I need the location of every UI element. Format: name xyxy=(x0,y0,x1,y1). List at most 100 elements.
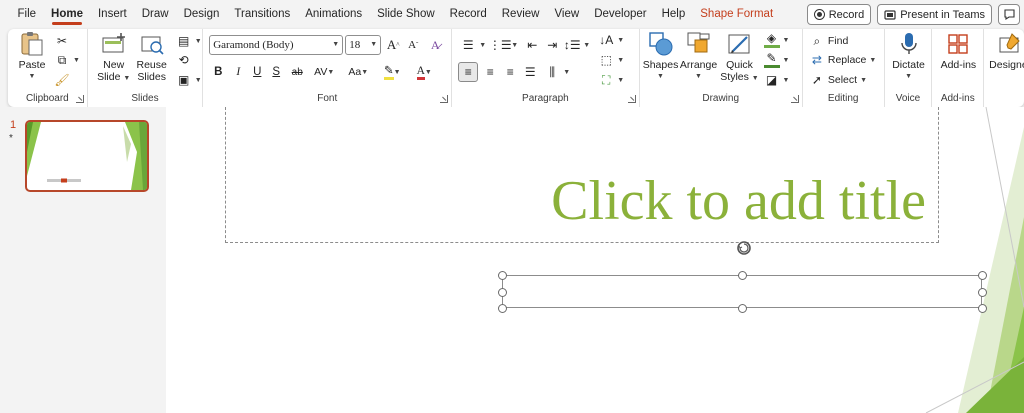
tab-insert[interactable]: Insert xyxy=(90,0,134,28)
brush-icon: 🖌 xyxy=(54,73,70,87)
resize-handle-left[interactable] xyxy=(498,288,507,297)
tab-record[interactable]: Record xyxy=(442,0,494,28)
reuse-slides-button[interactable]: Reuse Slides xyxy=(132,31,172,83)
select-button[interactable]: ➚ Select ▼ xyxy=(809,71,867,89)
tab-shape-format[interactable]: Shape Format xyxy=(693,0,781,28)
paste-label: Paste xyxy=(18,59,46,71)
increase-font-button[interactable]: A ^ xyxy=(385,36,401,54)
tab-draw[interactable]: Draw xyxy=(134,0,176,28)
shadow-button[interactable]: S xyxy=(269,63,283,81)
smartart-button[interactable]: ⛶ ▼ xyxy=(598,71,624,89)
align-center-button[interactable]: ≡ xyxy=(482,63,498,81)
bullets-button[interactable]: ☰ ▼ xyxy=(460,36,486,54)
tab-view[interactable]: View xyxy=(547,0,587,28)
paste-icon xyxy=(19,31,45,57)
align-right-button[interactable]: ≡ xyxy=(502,63,518,81)
addins-label: Add-ins xyxy=(940,59,977,71)
replace-button[interactable]: ⇄ Replace ▼ xyxy=(809,51,877,69)
highlight-button[interactable]: ✎ ▼ xyxy=(379,63,405,81)
title-placeholder[interactable]: Click to add title xyxy=(225,107,939,243)
tab-help[interactable]: Help xyxy=(654,0,693,28)
shapes-button[interactable]: Shapes ▼ xyxy=(642,31,679,83)
tab-review[interactable]: Review xyxy=(494,0,547,28)
reset-button[interactable]: ⟲ xyxy=(176,51,192,69)
increase-indent-button[interactable]: ⇥ xyxy=(544,36,560,54)
teams-icon xyxy=(884,9,896,20)
clipboard-group: Paste ▼ ✂ ⧉ ▼ 🖌 Clipboard xyxy=(8,29,88,107)
align-text-button[interactable]: ⬚ ▼ xyxy=(598,51,625,69)
find-button[interactable]: ⌕ Find xyxy=(809,32,849,50)
title-placeholder-text[interactable]: Click to add title xyxy=(551,169,926,233)
resize-handle-top[interactable] xyxy=(738,271,747,280)
font-family-dropdown-icon[interactable]: ▼ xyxy=(332,41,339,48)
copy-button[interactable]: ⧉ ▼ xyxy=(54,51,80,69)
resize-handle-top-left[interactable] xyxy=(498,271,507,280)
resize-handle-bottom[interactable] xyxy=(738,304,747,313)
text-direction-button[interactable]: ↓A ▼ xyxy=(598,31,624,49)
tab-home[interactable]: Home xyxy=(44,0,91,28)
comments-button[interactable] xyxy=(998,4,1020,25)
arrange-button[interactable]: Arrange ▼ xyxy=(680,31,718,83)
drawing-launcher-icon[interactable] xyxy=(790,95,799,103)
format-painter-button[interactable]: 🖌 xyxy=(54,71,70,89)
present-in-teams-button[interactable]: Present in Teams xyxy=(877,4,992,25)
reuse-label-1: Reuse xyxy=(136,59,167,71)
layout-icon: ▤ xyxy=(178,34,190,48)
clear-formatting-button[interactable]: A̷ xyxy=(427,36,443,54)
resize-handle-bottom-left[interactable] xyxy=(498,304,507,313)
slide-thumbnail[interactable] xyxy=(25,120,149,192)
font-size-dropdown-icon[interactable]: ▼ xyxy=(370,41,377,48)
change-case-button[interactable]: Aa ▼ xyxy=(343,63,373,81)
line-spacing-button[interactable]: ↕☰ ▼ xyxy=(564,36,590,54)
layout-button[interactable]: ▤ ▼ xyxy=(176,32,202,50)
numbering-icon: ⋮☰ xyxy=(488,38,512,52)
tab-developer[interactable]: Developer xyxy=(587,0,654,28)
tab-design[interactable]: Design xyxy=(176,0,227,28)
italic-button[interactable]: I xyxy=(231,63,245,81)
tab-slide-show[interactable]: Slide Show xyxy=(370,0,443,28)
addins-button[interactable]: Add-ins xyxy=(936,31,980,71)
resize-handle-right[interactable] xyxy=(978,288,987,297)
resize-handle-top-right[interactable] xyxy=(978,271,987,280)
paragraph-launcher-icon[interactable] xyxy=(627,95,636,103)
justify-button[interactable]: ☰ xyxy=(522,63,538,81)
decrease-indent-button[interactable]: ⇤ xyxy=(524,36,540,54)
designer-label: Designer xyxy=(989,59,1024,71)
numbering-button[interactable]: ⋮☰ ▼ xyxy=(488,36,518,54)
editing-group: ⌕ Find ⇄ Replace ▼ ➚ Select ▼ Editing xyxy=(803,29,885,107)
bold-button[interactable]: B xyxy=(211,63,225,81)
font-color-button[interactable]: A ▼ xyxy=(411,63,437,81)
reuse-slides-icon xyxy=(139,31,165,57)
paste-button[interactable]: Paste ▼ xyxy=(16,31,48,83)
font-family-combo[interactable]: Garamond (Body) ▼ xyxy=(209,35,344,55)
cut-button[interactable]: ✂ xyxy=(54,32,70,50)
tab-transitions[interactable]: Transitions xyxy=(227,0,298,28)
shape-fill-button[interactable]: ◈ ▼ xyxy=(763,31,789,49)
bold-icon: B xyxy=(214,66,223,78)
designer-button[interactable]: Designer xyxy=(988,31,1024,71)
rotation-handle-icon[interactable] xyxy=(736,240,752,256)
record-button[interactable]: Record xyxy=(806,4,872,25)
decrease-font-button[interactable]: Aˇ xyxy=(405,36,421,54)
tab-file[interactable]: File xyxy=(10,0,44,28)
strikethrough-button[interactable]: ab xyxy=(289,63,305,81)
columns-button[interactable]: ⫼ ▼ xyxy=(544,63,570,81)
character-spacing-button[interactable]: AV ▼ xyxy=(309,63,339,81)
slide-number: 1 xyxy=(10,119,17,131)
section-button[interactable]: ▣ ▼ xyxy=(176,71,202,89)
align-left-button[interactable]: ≡ xyxy=(458,62,479,82)
dictate-button[interactable]: Dictate ▼ xyxy=(889,31,929,83)
shapes-label: Shapes xyxy=(642,59,679,71)
quick-styles-button[interactable]: Quick Styles ▼ xyxy=(720,31,760,85)
underline-button[interactable]: U xyxy=(250,63,264,81)
clipboard-launcher-icon[interactable] xyxy=(75,95,84,103)
resize-handle-bottom-right[interactable] xyxy=(978,304,987,313)
shape-effects-button[interactable]: ◪ ▼ xyxy=(764,71,790,89)
tab-animations[interactable]: Animations xyxy=(298,0,370,28)
shape-outline-button[interactable]: ✎ ▼ xyxy=(763,51,789,69)
font-size-combo[interactable]: 18 ▼ xyxy=(345,35,382,55)
line-spacing-caret-icon: ▼ xyxy=(583,41,591,49)
new-slide-button[interactable]: New Slide ▼ xyxy=(94,31,134,85)
font-launcher-icon[interactable] xyxy=(440,95,449,103)
slide-canvas[interactable]: Click to add title xyxy=(166,107,1024,413)
